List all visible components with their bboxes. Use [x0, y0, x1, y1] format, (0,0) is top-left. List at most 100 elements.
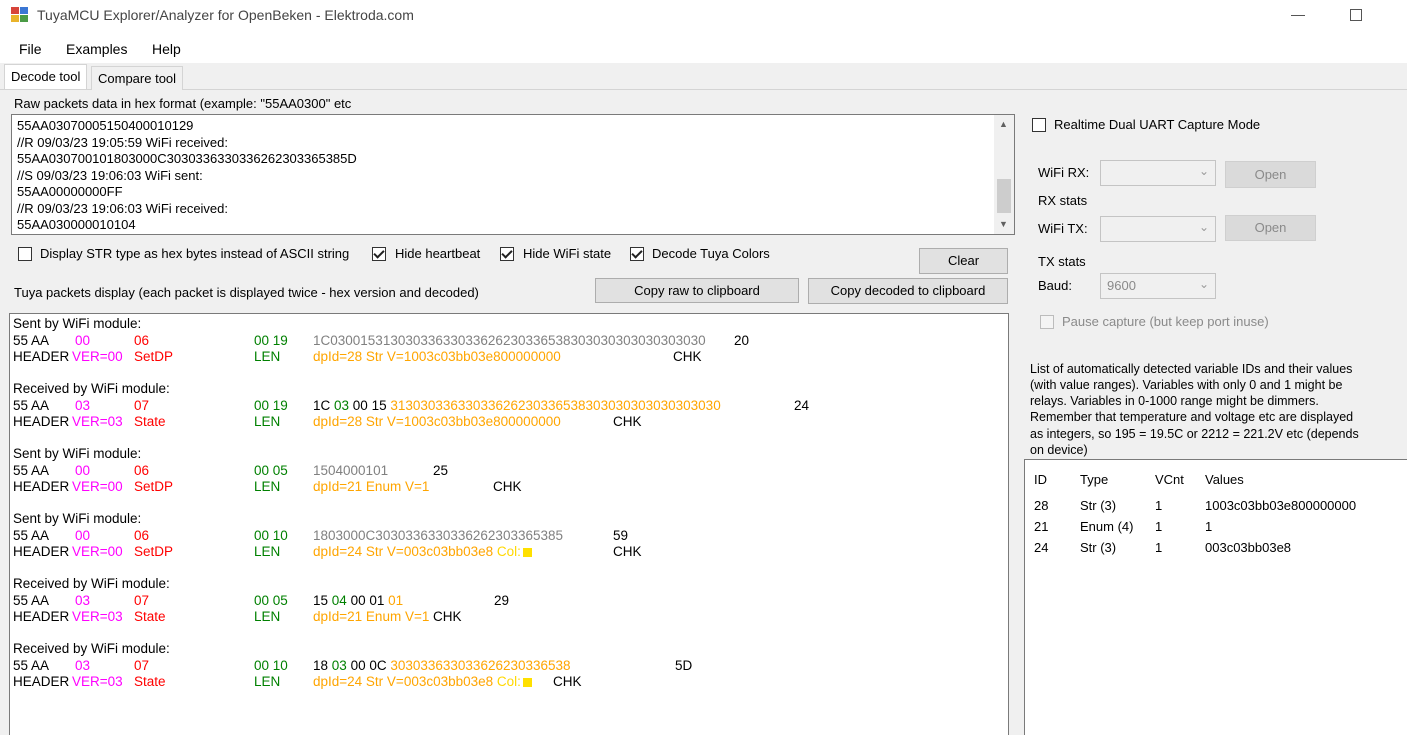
maximize-icon[interactable] — [1350, 9, 1362, 21]
raw-packets-label: Raw packets data in hex format (example:… — [14, 96, 352, 111]
raw-line: 55AA03070005150400010129 — [17, 118, 194, 133]
menu-examples[interactable]: Examples — [66, 41, 127, 57]
variables-list[interactable]: ID Type VCnt Values 28 Str (3) 1 1003c03… — [1024, 459, 1407, 735]
chevron-down-icon: ⌄ — [1198, 164, 1209, 178]
packet-len-label: LEN — [254, 674, 281, 689]
tab-panel-border — [0, 89, 1407, 90]
packet-ver: 03 — [75, 658, 91, 673]
packet-verlbl: VER=00 — [72, 479, 123, 494]
packet-cmdlbl: State — [134, 674, 166, 689]
scroll-down-icon[interactable]: ▼ — [999, 219, 1008, 229]
packet-verlbl: VER=00 — [72, 349, 123, 364]
hide-wifi-state-checkbox[interactable] — [500, 247, 514, 261]
scroll-up-icon[interactable]: ▲ — [999, 119, 1008, 129]
packet-chk-label: CHK — [613, 414, 642, 429]
window-title: TuyaMCU Explorer/Analyzer for OpenBeken … — [37, 7, 414, 23]
column-header-vcnt[interactable]: VCnt — [1155, 472, 1184, 487]
wifi-tx-select[interactable]: ⌄ — [1100, 216, 1216, 242]
packet-aa: 55 AA — [13, 593, 50, 608]
packet-aa: 55 AA — [13, 398, 50, 413]
tab-compare-tool[interactable]: Compare tool — [91, 66, 184, 90]
packet-cmdlbl: SetDP — [134, 349, 174, 364]
packet-title: Sent by WiFi module: — [13, 511, 142, 526]
column-header-type[interactable]: Type — [1080, 472, 1108, 487]
packet-header: HEADER — [13, 414, 70, 429]
minimize-icon[interactable] — [1291, 15, 1305, 16]
raw-line: //R 09/03/23 19:05:59 WiFi received: — [17, 135, 229, 150]
packet-aa: 55 AA — [13, 463, 50, 478]
info-line: Remember that temperature and voltage et… — [1030, 410, 1354, 424]
wifi-rx-label: WiFi RX: — [1038, 165, 1090, 180]
copy-decoded-button[interactable]: Copy decoded to clipboard — [808, 278, 1008, 304]
var-cell-vcnt: 1 — [1155, 519, 1163, 534]
info-line: relays. Variables in 0-1000 range might … — [1030, 394, 1319, 408]
decode-colors-checkbox[interactable] — [630, 247, 644, 261]
packet-data: 1504000101 — [313, 463, 389, 478]
packet-chk-label: CHK — [613, 544, 642, 559]
pause-capture-checkbox[interactable] — [1040, 315, 1054, 329]
packet-verlbl: VER=03 — [72, 609, 123, 624]
var-cell-vcnt: 1 — [1155, 540, 1163, 555]
info-line: as integers, so 195 = 19.5C or 2212 = 22… — [1030, 427, 1359, 441]
realtime-capture-label: Realtime Dual UART Capture Mode — [1054, 117, 1261, 132]
packet-header: HEADER — [13, 609, 70, 624]
packet-chk: 5D — [675, 658, 693, 673]
baud-select[interactable]: 9600 ⌄ — [1100, 273, 1216, 299]
raw-scrollbar[interactable]: ▲ ▼ — [994, 115, 1014, 234]
pause-capture-label: Pause capture (but keep port inuse) — [1062, 314, 1269, 329]
column-header-values[interactable]: Values — [1205, 472, 1244, 487]
tx-stats-label: TX stats — [1038, 254, 1086, 269]
packet-verlbl: VER=03 — [72, 414, 123, 429]
packet-ver: 00 — [75, 333, 91, 348]
decode-colors-label: Decode Tuya Colors — [652, 246, 770, 261]
packet-decoded: dpId=21 Enum V=1 — [313, 479, 430, 494]
packet-chk: 24 — [794, 398, 810, 413]
raw-packets-input[interactable]: 55AA03070005150400010129 //R 09/03/23 19… — [11, 114, 1015, 235]
packet-data: 1C03001531303033633033626230336538303030… — [313, 333, 706, 348]
menu-help[interactable]: Help — [152, 41, 181, 57]
packet-ver: 00 — [75, 463, 91, 478]
packet-len: 00 10 — [254, 528, 288, 543]
wifi-rx-select[interactable]: ⌄ — [1100, 160, 1216, 186]
packet-header: HEADER — [13, 544, 70, 559]
packet-decoded: dpId=21 Enum V=1 — [313, 609, 430, 624]
display-str-hex-checkbox[interactable] — [18, 247, 32, 261]
tab-decode-tool[interactable]: Decode tool — [4, 64, 88, 89]
packets-display[interactable]: Sent by WiFi module: 55 AA 00 06 00 19 1… — [9, 313, 1009, 735]
packet-len-label: LEN — [254, 479, 281, 494]
open-rx-button[interactable]: Open — [1225, 161, 1316, 188]
packet-data: 15 04 00 01 01 — [313, 593, 404, 608]
var-cell-vcnt: 1 — [1155, 498, 1163, 513]
var-cell-value: 1 — [1205, 519, 1213, 534]
packet-verlbl: VER=00 — [72, 544, 123, 559]
packets-display-label: Tuya packets display (each packet is dis… — [14, 285, 479, 300]
clear-button[interactable]: Clear — [919, 248, 1008, 274]
copy-raw-button[interactable]: Copy raw to clipboard — [595, 278, 799, 303]
packet-aa: 55 AA — [13, 658, 50, 673]
rx-stats-label: RX stats — [1038, 193, 1088, 208]
packet-chk: 29 — [494, 593, 510, 608]
open-tx-button[interactable]: Open — [1225, 215, 1316, 241]
packet-header: HEADER — [13, 349, 70, 364]
column-header-id[interactable]: ID — [1034, 472, 1047, 487]
packet-cmdlbl: SetDP — [134, 544, 174, 559]
packet-chk: 59 — [613, 528, 629, 543]
var-cell-type: Str (3) — [1080, 540, 1117, 555]
packet-data: 1803000C3030336330336262303365385 — [313, 528, 564, 543]
packet-ver: 03 — [75, 593, 91, 608]
color-swatch — [522, 678, 532, 687]
packet-len: 00 19 — [254, 333, 288, 348]
packet-chk-label: CHK — [493, 479, 522, 494]
wifi-tx-label: WiFi TX: — [1038, 221, 1088, 236]
packet-aa: 55 AA — [13, 333, 50, 348]
packet-len: 00 19 — [254, 398, 288, 413]
scrollbar-thumb[interactable] — [997, 179, 1011, 213]
packet-decoded: dpId=28 Str V=1003c03bb03e800000000 — [313, 414, 561, 429]
hide-heartbeat-checkbox[interactable] — [372, 247, 386, 261]
packet-decoded: dpId=24 Str V=003c03bb03e8 Col: — [313, 544, 532, 559]
packet-title: Received by WiFi module: — [13, 641, 170, 656]
menu-file[interactable]: File — [19, 41, 42, 57]
packet-chk-label: CHK — [673, 349, 702, 364]
packet-chk: 25 — [433, 463, 449, 478]
realtime-capture-checkbox[interactable] — [1032, 118, 1046, 132]
